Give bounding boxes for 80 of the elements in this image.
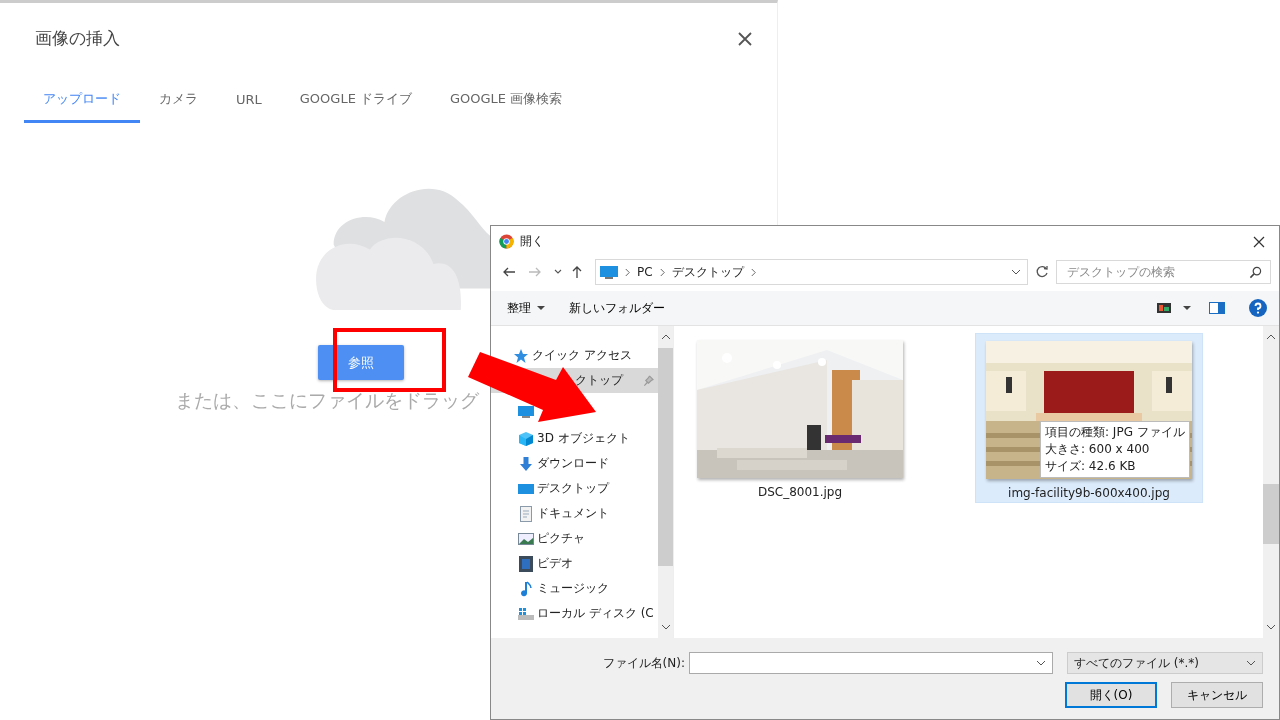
folder-label: ビデオ xyxy=(537,555,573,572)
file-name-label: ファイル名(N): xyxy=(602,654,685,672)
folder-row[interactable]: ビデオ xyxy=(491,551,658,576)
folder-row[interactable]: 3D オブジェクト xyxy=(491,426,658,451)
folder-label: ミュージック xyxy=(537,580,609,597)
drop-hint: または、ここにファイルをドラッグ xyxy=(174,388,479,413)
scroll-down-icon[interactable] xyxy=(1266,624,1276,630)
path-segment[interactable]: デスクトップ xyxy=(671,263,744,281)
folder-label: ダウンロード xyxy=(537,455,609,472)
chevron-right-icon xyxy=(749,267,757,277)
tab[interactable]: GOOGLE ドライブ xyxy=(280,82,431,123)
search-icon xyxy=(1249,265,1262,279)
folder-row[interactable]: ローカル ディスク (C xyxy=(491,601,658,626)
folder-label: ピクチャ xyxy=(537,530,585,547)
image-icon xyxy=(518,530,534,547)
help-icon[interactable] xyxy=(1249,299,1267,317)
dialog-title: 画像の挿入 xyxy=(35,27,120,50)
chevron-down-icon[interactable] xyxy=(1011,267,1021,277)
browser-icon xyxy=(499,234,514,249)
folder-label: ローカル ディスク (C xyxy=(537,605,654,622)
search-field[interactable]: デスクトップの検索 xyxy=(1056,260,1271,284)
monitor-icon xyxy=(518,404,534,420)
drive-icon xyxy=(518,605,534,622)
scroll-up-icon[interactable] xyxy=(1266,334,1276,340)
preview-pane-icon[interactable] xyxy=(1209,302,1225,314)
folder-row[interactable]: ドキュメント xyxy=(491,501,658,526)
caret-icon[interactable] xyxy=(1183,305,1191,311)
folder-row[interactable]: クイック アクセス xyxy=(491,343,658,368)
tooltip-line: 項目の種類: JPG ファイル xyxy=(1045,424,1185,441)
folder-row[interactable]: ダウンロード xyxy=(491,451,658,476)
file-tile[interactable]: 項目の種類: JPG ファイル 大きさ: 600 x 400 サイズ: 42.6 KB img-facility9b-600x400.jpg xyxy=(975,333,1203,503)
tooltip-line: 大きさ: 600 x 400 xyxy=(1045,441,1151,458)
folder-row[interactable]: ピクチャ xyxy=(491,526,658,551)
window-title: 開く xyxy=(520,233,545,250)
file-name: img-facility9b-600x400.jpg xyxy=(1008,486,1170,500)
folder-label: クトップ xyxy=(575,372,623,389)
folder-label: デスクトップ xyxy=(537,480,609,497)
download-icon xyxy=(518,455,534,472)
folder-row[interactable]: デスクトップ xyxy=(491,476,658,501)
chevron-right-icon xyxy=(658,267,666,277)
file-name-field[interactable] xyxy=(689,652,1053,674)
tooltip-line: サイズ: 42.6 KB xyxy=(1045,458,1137,475)
folder-label: ドキュメント xyxy=(537,505,609,522)
folder-label: 3D オブジェクト xyxy=(537,430,630,447)
path-segment[interactable]: PC xyxy=(637,265,653,279)
caret-icon xyxy=(537,305,545,311)
close-icon[interactable] xyxy=(737,30,753,47)
chevron-down-icon xyxy=(1246,660,1256,666)
organize-menu[interactable]: 整理 xyxy=(497,295,555,321)
pin-icon xyxy=(643,375,654,386)
tab[interactable]: カメラ xyxy=(140,82,217,123)
file-name: DSC_8001.jpg xyxy=(757,485,843,499)
tab[interactable]: アップロード xyxy=(24,82,140,123)
folder-row[interactable]: ミュージック xyxy=(491,576,658,601)
star-icon xyxy=(513,347,529,364)
open-button[interactable]: 開く(O) xyxy=(1065,682,1157,708)
tab[interactable]: URL xyxy=(217,82,281,123)
view-icon[interactable] xyxy=(1157,302,1173,314)
address-bar[interactable]: PC デスクトップ xyxy=(595,259,1028,285)
monitor-icon xyxy=(600,265,618,279)
scrollbar[interactable] xyxy=(658,326,673,638)
scrollbar[interactable] xyxy=(1263,326,1279,638)
film-icon xyxy=(518,555,534,572)
new-folder-button[interactable]: 新しいフォルダー xyxy=(559,295,675,321)
scroll-down-icon[interactable] xyxy=(660,624,671,630)
document-icon xyxy=(518,505,534,522)
scroll-thumb[interactable] xyxy=(658,348,673,566)
tab[interactable]: GOOGLE 画像検索 xyxy=(431,82,582,123)
file-tile[interactable]: DSC_8001.jpg xyxy=(689,333,911,503)
cube-icon xyxy=(518,430,534,447)
folder-label: クイック アクセス xyxy=(532,347,632,364)
scroll-up-icon[interactable] xyxy=(660,334,671,340)
close-icon[interactable] xyxy=(1253,235,1265,248)
chevron-down-icon[interactable] xyxy=(1036,660,1046,666)
refresh-icon[interactable] xyxy=(1034,264,1050,280)
music-note-icon xyxy=(518,580,534,597)
chevron-right-icon xyxy=(624,267,631,277)
scroll-thumb[interactable] xyxy=(1263,484,1279,544)
file-type-dropdown[interactable]: すべてのファイル (*.*) xyxy=(1067,652,1263,674)
cancel-button[interactable]: キャンセル xyxy=(1171,682,1263,708)
